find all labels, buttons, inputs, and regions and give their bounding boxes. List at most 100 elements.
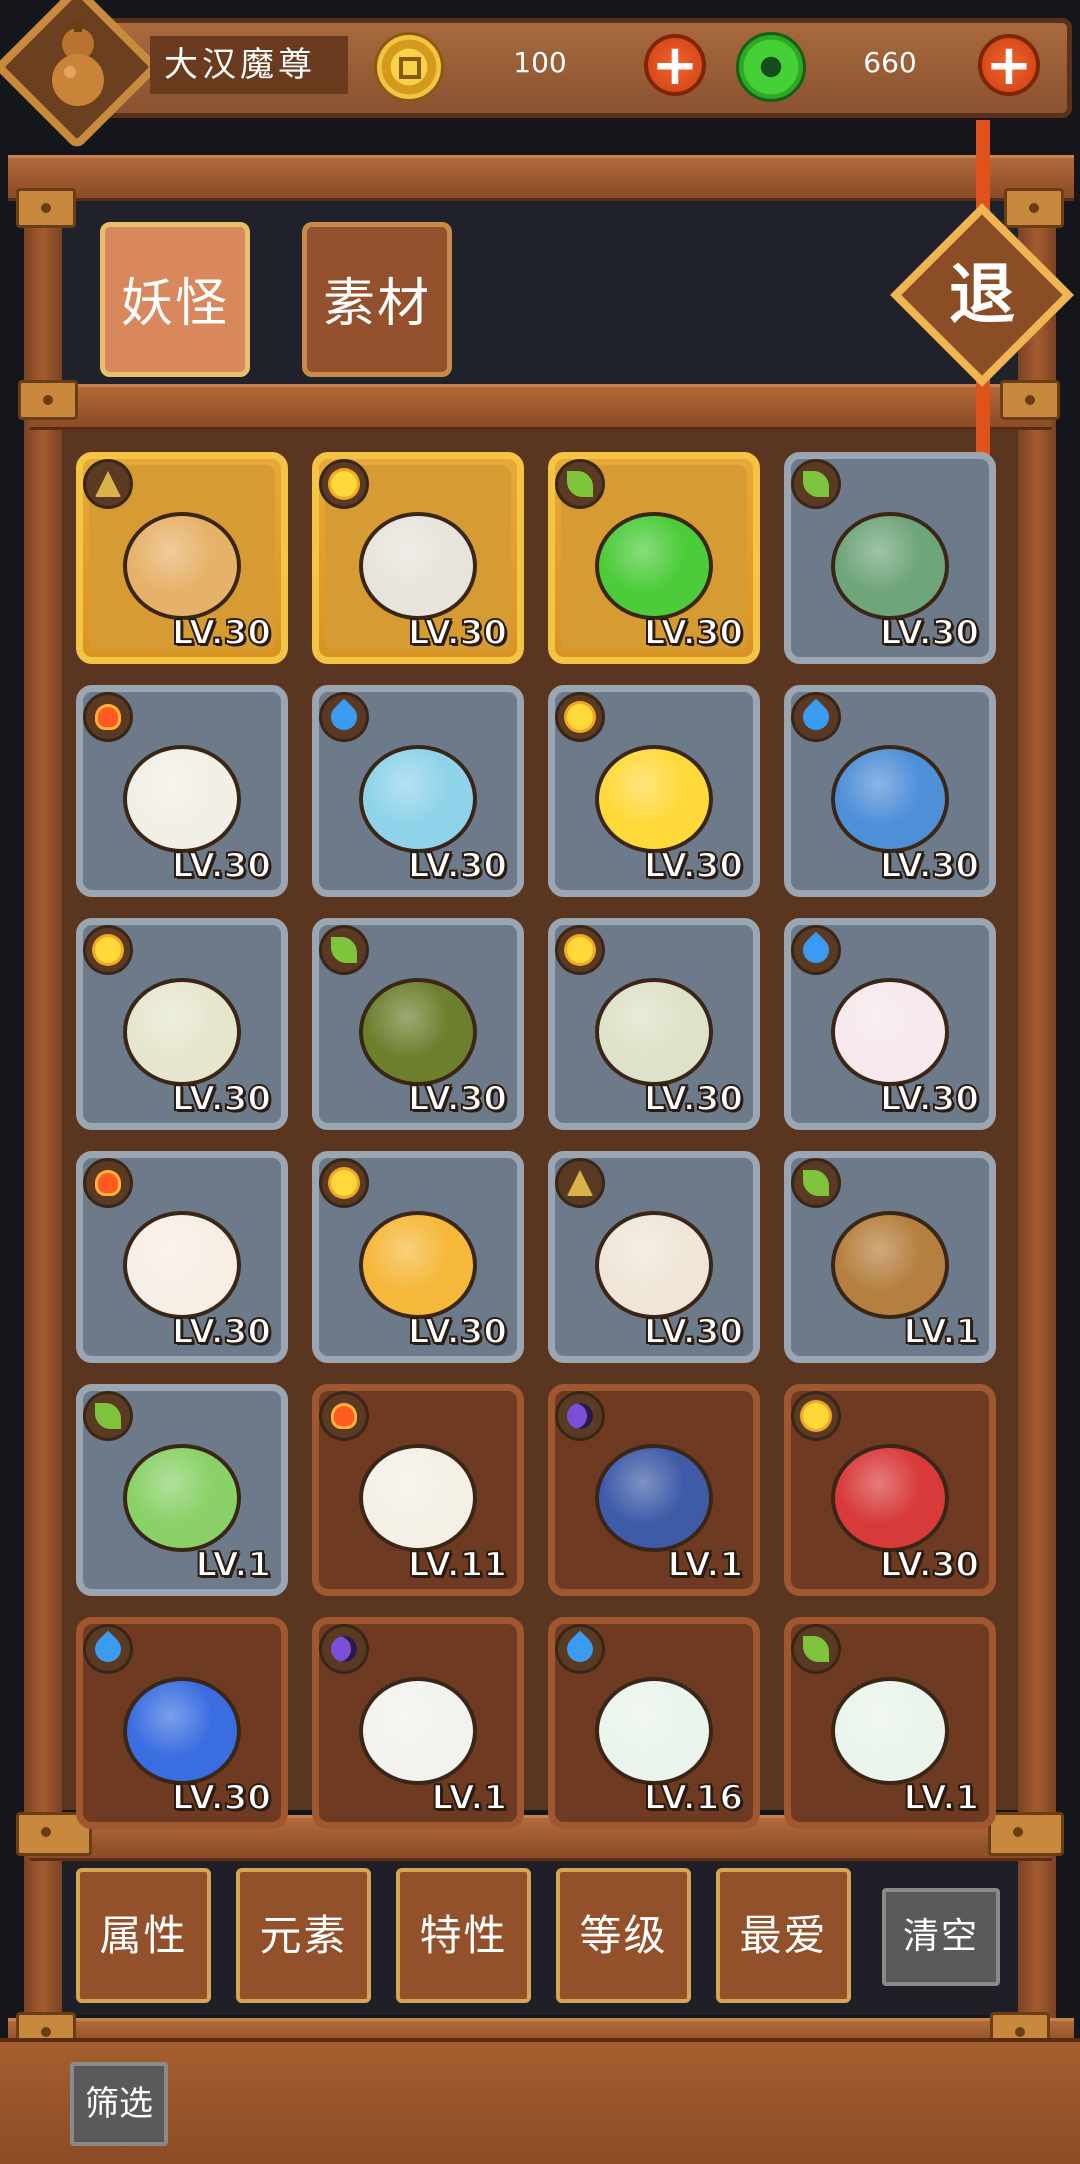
monster-card[interactable]: LV.1 [784, 1617, 996, 1829]
monster-portrait [359, 744, 477, 853]
monster-card[interactable]: LV.30 [76, 1617, 288, 1829]
monster-level: LV.30 [879, 612, 980, 654]
monster-level: LV.1 [667, 1544, 744, 1586]
filter-level-button[interactable]: 等级 [556, 1868, 691, 2003]
monster-level: LV.30 [171, 845, 272, 887]
clear-button[interactable]: 清空 [882, 1888, 1000, 1986]
water-element-icon [319, 692, 369, 742]
filter-element-button[interactable]: 元素 [236, 1868, 371, 2003]
monster-level: LV.30 [171, 1078, 272, 1120]
monster-level: LV.30 [643, 1311, 744, 1353]
moon-element-icon [555, 1391, 605, 1441]
monster-level: LV.30 [643, 612, 744, 654]
monster-level: LV.1 [903, 1311, 980, 1353]
filter-trait-button[interactable]: 特性 [396, 1868, 531, 2003]
monster-portrait [831, 1210, 949, 1319]
monster-card[interactable]: LV.30 [312, 685, 524, 897]
monster-card[interactable]: LV.30 [76, 918, 288, 1130]
monster-card[interactable]: LV.1 [784, 1151, 996, 1363]
filter-attribute-button[interactable]: 属性 [76, 1868, 211, 2003]
monster-card[interactable]: LV.30 [784, 1384, 996, 1596]
exit-button[interactable]: 退 [890, 203, 1074, 387]
monster-portrait [831, 744, 949, 853]
sun-element-icon [555, 925, 605, 975]
monster-portrait [123, 1210, 241, 1319]
monster-card[interactable]: LV.1 [76, 1384, 288, 1596]
monster-portrait [831, 511, 949, 620]
monster-level: LV.30 [171, 612, 272, 654]
monster-level: LV.1 [195, 1544, 272, 1586]
monster-level: LV.30 [407, 1078, 508, 1120]
monster-card[interactable]: LV.30 [76, 452, 288, 664]
exit-label: 退 [949, 256, 1015, 333]
monster-level: LV.30 [879, 1078, 980, 1120]
jade-amount: 660 [863, 46, 917, 79]
monster-card[interactable]: LV.30 [784, 685, 996, 897]
monster-card[interactable]: LV.30 [548, 452, 760, 664]
monster-level: LV.30 [879, 1544, 980, 1586]
leaf-element-icon [791, 459, 841, 509]
monster-portrait [359, 1443, 477, 1552]
leaf-element-icon [555, 459, 605, 509]
monster-portrait [595, 1210, 713, 1319]
monster-card[interactable]: LV.1 [312, 1617, 524, 1829]
monster-level: LV.30 [643, 1078, 744, 1120]
monster-level: LV.16 [643, 1777, 744, 1819]
monster-portrait [831, 977, 949, 1086]
monster-level: LV.30 [879, 845, 980, 887]
monster-card[interactable]: LV.30 [548, 918, 760, 1130]
bracket [16, 188, 76, 228]
water-element-icon [791, 925, 841, 975]
monster-level: LV.30 [407, 612, 508, 654]
bracket [988, 1812, 1064, 1856]
cabinet-beam-upper [30, 384, 1052, 430]
leaf-element-icon [319, 925, 369, 975]
monster-card[interactable]: LV.30 [548, 1151, 760, 1363]
monster-card[interactable]: LV.1 [548, 1384, 760, 1596]
monster-portrait [595, 511, 713, 620]
monster-portrait [595, 744, 713, 853]
monster-portrait [359, 1676, 477, 1785]
tab-materials[interactable]: 素材 [302, 222, 452, 377]
monster-portrait [595, 1443, 713, 1552]
monster-card[interactable]: LV.30 [548, 685, 760, 897]
monster-card[interactable]: LV.30 [76, 685, 288, 897]
monster-portrait [359, 1210, 477, 1319]
monster-card[interactable]: LV.30 [76, 1151, 288, 1363]
monster-card[interactable]: LV.30 [312, 452, 524, 664]
monster-level: LV.30 [643, 845, 744, 887]
monster-card[interactable]: LV.30 [312, 918, 524, 1130]
jade-coin-icon [736, 32, 806, 102]
monster-level: LV.1 [431, 1777, 508, 1819]
add-jade-button[interactable]: + [978, 34, 1040, 96]
leaf-element-icon [791, 1624, 841, 1674]
bracket [1000, 380, 1060, 420]
monster-level: LV.30 [171, 1777, 272, 1819]
monster-card[interactable]: LV.16 [548, 1617, 760, 1829]
monster-card[interactable]: LV.30 [784, 918, 996, 1130]
sun-element-icon [319, 1158, 369, 1208]
top-bar: 大汉魔尊 100 + 660 + [0, 0, 1080, 151]
monster-card[interactable]: LV.11 [312, 1384, 524, 1596]
cabinet-post-right [1018, 160, 1056, 2050]
tab-monsters[interactable]: 妖怪 [100, 222, 250, 377]
player-name: 大汉魔尊 [150, 36, 348, 94]
mountain-element-icon [555, 1158, 605, 1208]
gold-coin-icon [374, 32, 444, 102]
leaf-element-icon [791, 1158, 841, 1208]
fire-element-icon [83, 692, 133, 742]
monster-card[interactable]: LV.30 [312, 1151, 524, 1363]
screen-button[interactable]: 筛选 [70, 2062, 168, 2146]
sun-element-icon [83, 925, 133, 975]
monster-level: LV.11 [407, 1544, 508, 1586]
cabinet-beam-top [8, 155, 1074, 201]
monster-card[interactable]: LV.30 [784, 452, 996, 664]
add-gold-button[interactable]: + [644, 34, 706, 96]
monster-level: LV.1 [903, 1777, 980, 1819]
fire-element-icon [83, 1158, 133, 1208]
monster-portrait [595, 1676, 713, 1785]
sun-element-icon [319, 459, 369, 509]
monster-portrait [123, 1676, 241, 1785]
monster-portrait [123, 744, 241, 853]
filter-favorite-button[interactable]: 最爱 [716, 1868, 851, 2003]
